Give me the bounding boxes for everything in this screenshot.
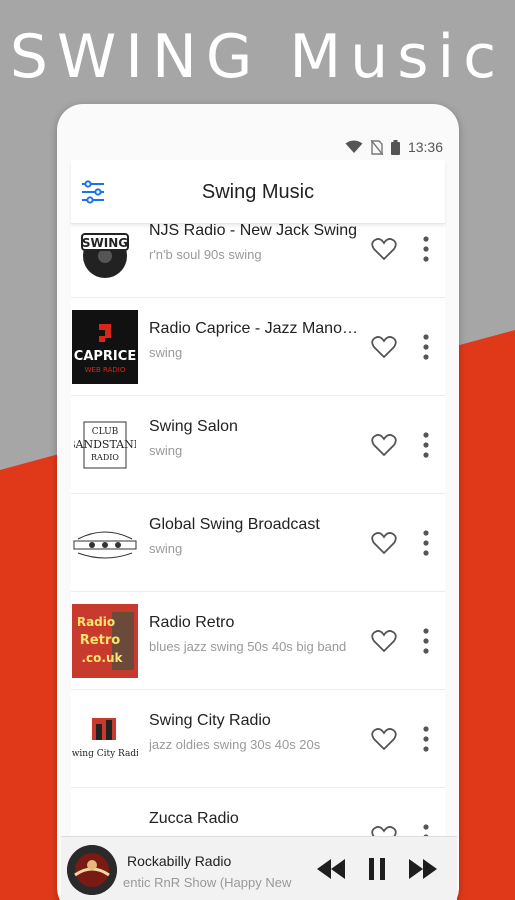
app-bar: Swing Music [71,160,445,224]
station-tags: swing [149,443,183,458]
station-name: Zucca Radio [149,810,239,827]
station-tags: jazz oldies swing 30s 40s 20s [149,737,321,752]
station-row[interactable]: CLUB BANDSTAND RADIO Swing Salon swing [71,396,445,494]
station-name: NJS Radio - New Jack Swing [149,224,358,239]
station-row[interactable]: Swing City Radio Swing City Radio jazz o… [71,690,445,788]
svg-text:Radio: Radio [77,615,115,629]
svg-text:WEB RADIO: WEB RADIO [85,366,126,374]
svg-text:CAPRICE: CAPRICE [74,349,136,364]
svg-text:BANDSTAND: BANDSTAND [74,438,136,451]
station-tags: swing [149,541,183,556]
heart-icon[interactable] [371,727,397,751]
status-time: 13:36 [407,139,443,155]
fast-forward-icon[interactable] [409,857,437,881]
app-title: Swing Music [201,181,315,203]
more-vert-icon[interactable] [419,431,433,459]
station-tags: r'n'b soul 90s swing [149,247,262,262]
station-row[interactable]: SWING NJS Radio - New Jack Swing r'n'b s… [71,224,445,298]
heart-icon[interactable] [371,531,397,555]
njs-swing-logo: SWING [72,224,138,286]
player-subtitle: entic RnR Show (Happy New [123,875,292,890]
svg-text:CLUB: CLUB [92,427,119,437]
station-name: Radio Caprice - Jazz Manouche [149,320,359,337]
pause-icon[interactable] [367,857,387,881]
more-vert-icon[interactable] [419,725,433,753]
station-tags: swing [149,345,183,360]
swing-city-logo: Swing City Radio [72,702,138,776]
heart-icon[interactable] [371,433,397,457]
phone-frame: 13:36 Swing Music SWING NJS Radio - New … [57,104,459,900]
heart-icon[interactable] [371,237,397,261]
global-swing-logo [72,506,138,580]
station-list: SWING NJS Radio - New Jack Swing r'n'b s… [71,224,445,844]
rockabilly-radio-logo [67,845,117,895]
radio-retro-logo: Radio Retro .co.uk [72,604,138,678]
status-bar: 13:36 [57,132,459,162]
station-row[interactable]: Radio Retro .co.uk Radio Retro blues jaz… [71,592,445,690]
station-name: Swing City Radio [149,712,271,729]
heart-icon[interactable] [371,629,397,653]
player-title: Rockabilly Radio [127,853,232,869]
more-vert-icon[interactable] [419,235,433,263]
no-sim-icon [370,139,383,155]
caprice-web-radio-logo: CAPRICE WEB RADIO [72,310,138,384]
promo-title: SWING Music [9,22,506,92]
svg-text:.co.uk: .co.uk [82,651,124,665]
station-name: Global Swing Broadcast [149,516,320,533]
station-name: Swing Salon [149,418,238,435]
wifi-icon [345,140,363,153]
more-vert-icon[interactable] [419,333,433,361]
svg-text:Swing City Radio: Swing City Radio [72,749,138,759]
station-row[interactable]: CAPRICE WEB RADIO Radio Caprice - Jazz M… [71,298,445,396]
more-vert-icon[interactable] [419,627,433,655]
club-bandstand-logo: CLUB BANDSTAND RADIO [72,408,138,482]
more-vert-icon[interactable] [419,529,433,557]
mini-player[interactable]: Rockabilly Radio entic RnR Show (Happy N… [61,836,457,900]
battery-icon [390,139,400,155]
station-name: Radio Retro [149,614,235,631]
svg-text:Retro: Retro [80,633,120,648]
svg-text:RADIO: RADIO [91,453,119,462]
station-tags: blues jazz swing 50s 40s big band [149,639,347,654]
heart-icon[interactable] [371,335,397,359]
rewind-icon[interactable] [317,857,345,881]
svg-text:SWING: SWING [82,236,128,250]
station-row[interactable]: Global Swing Broadcast swing [71,494,445,592]
